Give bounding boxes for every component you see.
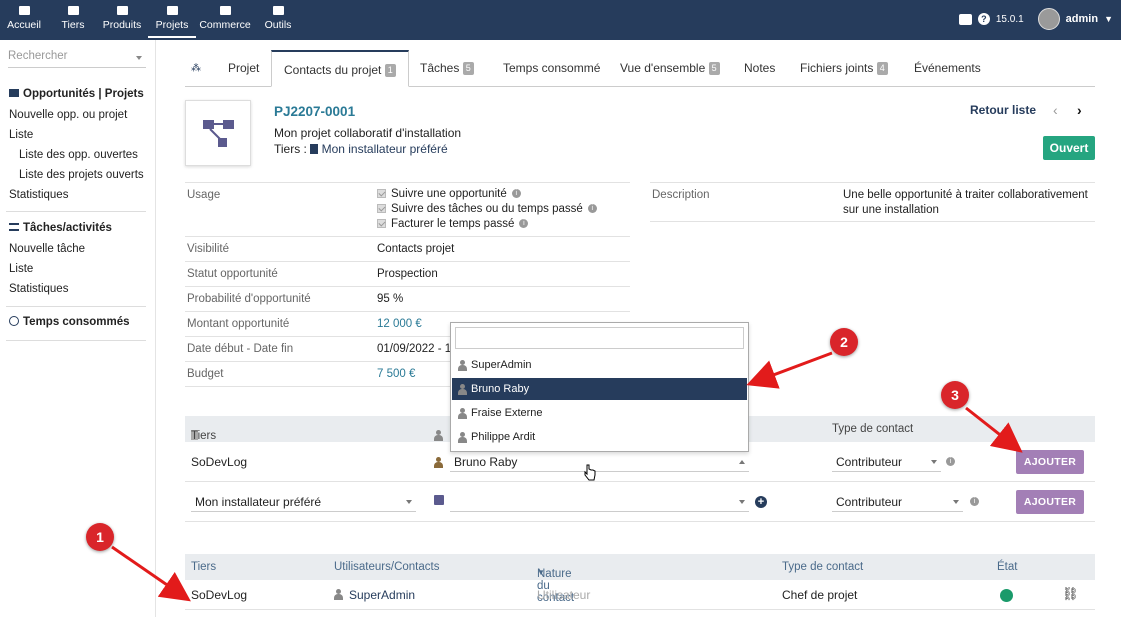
annotation-2: 2	[830, 328, 858, 356]
annotation-arrows	[111, 351, 1023, 602]
annotation-3: 3	[941, 381, 969, 409]
annotation-1: 1	[86, 523, 114, 551]
